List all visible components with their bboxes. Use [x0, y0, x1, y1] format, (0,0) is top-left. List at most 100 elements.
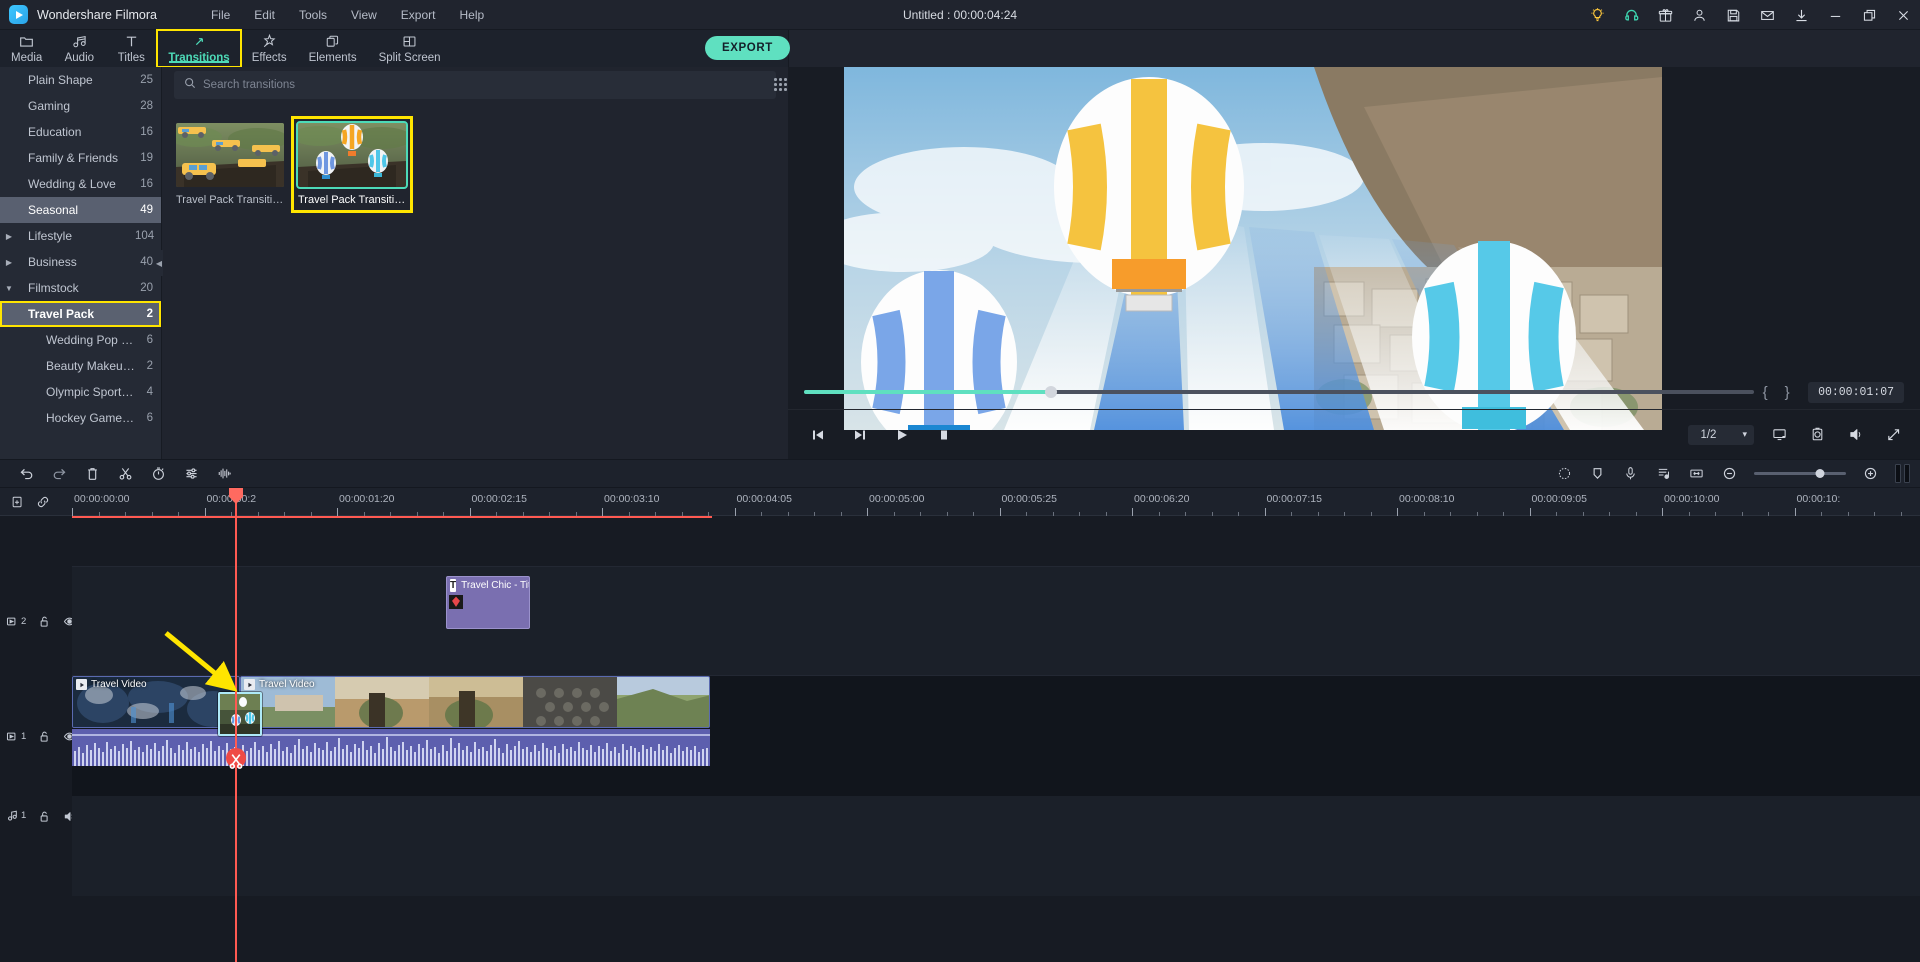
- step-back-icon[interactable]: [806, 423, 830, 447]
- lightbulb-icon[interactable]: [1580, 0, 1614, 30]
- play-icon[interactable]: [890, 423, 914, 447]
- tab-transitions[interactable]: Transitions: [156, 29, 242, 68]
- ruler-timecode: 00:00:00:00: [74, 493, 130, 505]
- category-item-travel-pack[interactable]: Travel Pack 2: [0, 301, 161, 327]
- menu-help[interactable]: Help: [447, 4, 496, 26]
- transition-thumbnail: [296, 121, 408, 189]
- speed-stopwatch-icon[interactable]: [142, 461, 175, 487]
- menu-tools[interactable]: Tools: [287, 4, 339, 26]
- unlock-icon[interactable]: [38, 614, 51, 629]
- unlock-icon[interactable]: [38, 809, 51, 824]
- tab-media[interactable]: Media: [0, 30, 53, 67]
- audio-waveform-icon[interactable]: [208, 461, 241, 487]
- download-icon[interactable]: [1784, 0, 1818, 30]
- tab-titles[interactable]: Titles: [105, 30, 157, 67]
- preview-zoom-select[interactable]: 1/2 ▾: [1688, 424, 1754, 445]
- category-item-filmstock[interactable]: ▼ Filmstock 20: [0, 275, 161, 301]
- title-clip[interactable]: T Travel Chic - Title: [446, 576, 530, 629]
- search-bar[interactable]: [174, 71, 787, 99]
- timeline-zoom-slider[interactable]: [1754, 468, 1846, 478]
- category-item-olympic-sports-pack[interactable]: Olympic Sports Pack 4: [0, 379, 161, 405]
- lane-video-1[interactable]: Travel Video Travel Video: [72, 676, 1920, 796]
- mark-out-button[interactable]: }: [1776, 384, 1798, 401]
- split-scissors-icon[interactable]: [109, 461, 142, 487]
- travel-pack-transition-chip[interactable]: [218, 692, 262, 736]
- category-sidebar[interactable]: Plain Shape 25 Gaming 28 Education 16 Family &…: [0, 67, 162, 459]
- zoom-out-icon[interactable]: [1713, 461, 1746, 487]
- stop-icon[interactable]: [932, 423, 956, 447]
- video-preview[interactable]: [844, 67, 1662, 430]
- export-button[interactable]: EXPORT: [705, 36, 790, 60]
- tab-effects[interactable]: Effects: [241, 30, 298, 67]
- audio-waveform-strip[interactable]: [72, 729, 710, 766]
- redo-icon[interactable]: [43, 461, 76, 487]
- lane-audio-1[interactable]: [72, 796, 1920, 896]
- search-input[interactable]: [203, 79, 766, 91]
- keyframe-icon[interactable]: [1548, 461, 1581, 487]
- menu-export[interactable]: Export: [389, 4, 448, 26]
- category-item-business[interactable]: ▶ Business 40: [0, 249, 161, 275]
- link-icon[interactable]: [34, 493, 52, 511]
- category-count: 6: [146, 412, 153, 424]
- category-item-lifestyle[interactable]: ▶ Lifestyle 104: [0, 223, 161, 249]
- voiceover-mic-icon[interactable]: [1614, 461, 1647, 487]
- category-item-family-friends[interactable]: Family & Friends 19: [0, 145, 161, 171]
- tab-elements[interactable]: Elements: [298, 30, 368, 67]
- volume-icon[interactable]: [1842, 422, 1868, 448]
- account-icon[interactable]: [1682, 0, 1716, 30]
- chevron-right-icon[interactable]: ▶: [0, 258, 18, 267]
- transition-item-1[interactable]: Travel Pack Transitio...: [291, 116, 413, 213]
- category-item-wedding-pop-up-pa[interactable]: Wedding Pop Up Pa 6: [0, 327, 161, 353]
- video-clip-1[interactable]: Travel Video: [72, 676, 240, 728]
- menu-view[interactable]: View: [339, 4, 389, 26]
- split-marker-icon[interactable]: [225, 746, 247, 776]
- category-item-hockey-game-pack[interactable]: Hockey Game Pack 6: [0, 405, 161, 431]
- delete-icon[interactable]: [76, 461, 109, 487]
- preview-progress-slider[interactable]: [804, 386, 1755, 398]
- chevron-down-icon[interactable]: ▼: [0, 284, 18, 293]
- undo-icon[interactable]: [10, 461, 43, 487]
- tab-label: Media: [11, 51, 43, 64]
- step-forward-icon[interactable]: [848, 423, 872, 447]
- category-item-gaming[interactable]: Gaming 28: [0, 93, 161, 119]
- color-settings-icon[interactable]: [175, 461, 208, 487]
- transition-item-0[interactable]: Travel Pack Transitio...: [176, 123, 284, 206]
- headset-icon[interactable]: [1614, 0, 1648, 30]
- mail-icon[interactable]: [1750, 0, 1784, 30]
- add-marker-icon[interactable]: [8, 493, 26, 511]
- zoom-in-icon[interactable]: [1854, 461, 1887, 487]
- panel-collapse-handle[interactable]: ◀: [155, 250, 163, 276]
- category-item-wedding-love[interactable]: Wedding & Love 16: [0, 171, 161, 197]
- gift-icon[interactable]: [1648, 0, 1682, 30]
- close-icon[interactable]: [1886, 0, 1920, 30]
- tab-split-screen[interactable]: Split Screen: [368, 30, 452, 67]
- timeline-ruler[interactable]: 00:00:00:0000:00:00:200:00:01:2000:00:02…: [0, 488, 1920, 516]
- unlock-icon[interactable]: [38, 729, 51, 744]
- chevron-right-icon[interactable]: ▶: [0, 232, 18, 241]
- menu-file[interactable]: File: [199, 4, 242, 26]
- progress-knob[interactable]: [1045, 386, 1058, 398]
- save-icon[interactable]: [1716, 0, 1750, 30]
- render-preview-icon[interactable]: [1895, 464, 1910, 483]
- category-item-beauty-makeup-pac[interactable]: Beauty Makeup Pac 2: [0, 353, 161, 379]
- video-clip-2[interactable]: Travel Video: [240, 676, 710, 728]
- minimize-icon[interactable]: [1818, 0, 1852, 30]
- category-label: Gaming: [28, 99, 71, 113]
- category-item-education[interactable]: Education 16: [0, 119, 161, 145]
- marker-icon[interactable]: [1581, 461, 1614, 487]
- display-settings-icon[interactable]: [1766, 422, 1792, 448]
- menu-edit[interactable]: Edit: [242, 4, 287, 26]
- zoom-slider-knob[interactable]: [1815, 468, 1825, 478]
- restore-icon[interactable]: [1852, 0, 1886, 30]
- category-item-seasonal[interactable]: Seasonal 49: [0, 197, 161, 223]
- fit-timeline-icon[interactable]: [1680, 461, 1713, 487]
- lane-video-2[interactable]: T Travel Chic - Title: [72, 566, 1920, 676]
- category-item-plain-shape[interactable]: Plain Shape 25: [0, 67, 161, 93]
- tab-audio[interactable]: Audio: [53, 30, 105, 67]
- playhead-line[interactable]: [235, 502, 237, 962]
- category-count: 20: [140, 282, 153, 294]
- audio-mixer-icon[interactable]: [1647, 461, 1680, 487]
- mark-in-button[interactable]: {: [1754, 384, 1776, 401]
- snapshot-icon[interactable]: [1804, 422, 1830, 448]
- fullscreen-icon[interactable]: [1880, 422, 1906, 448]
